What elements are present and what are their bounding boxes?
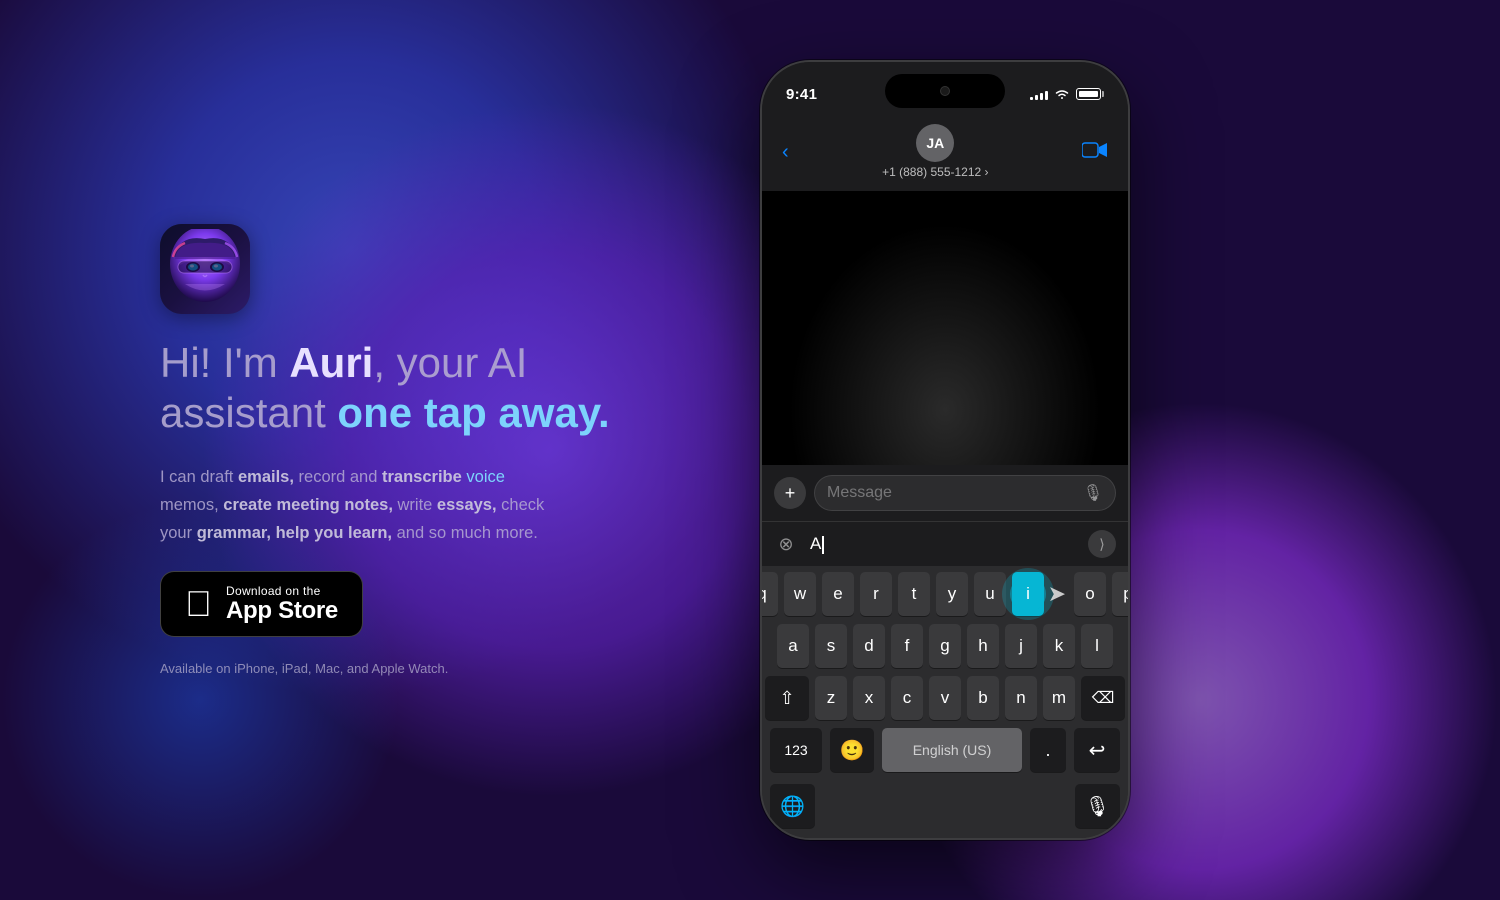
contact-info: JA +1 (888) 555-1212 › (882, 124, 988, 179)
headline-prefix: Hi! I'm (160, 339, 289, 386)
key-f[interactable]: f (891, 624, 923, 668)
keyboard-clear-button[interactable]: ⊗ (774, 532, 798, 556)
key-o[interactable]: o (1074, 572, 1106, 616)
key-n[interactable]: n (1005, 676, 1037, 720)
globe-icon: 🌐 (780, 794, 805, 819)
key-j[interactable]: j (1005, 624, 1037, 668)
clear-circle-icon: ⊗ (778, 534, 793, 555)
headline-brand: Auri (289, 339, 373, 386)
phone-mockup: 9:41 (760, 60, 1130, 840)
key-r[interactable]: r (860, 572, 892, 616)
key-t[interactable]: t (898, 572, 930, 616)
key-b[interactable]: b (967, 676, 999, 720)
apple-logo-icon:  (185, 586, 212, 622)
key-x[interactable]: x (853, 676, 885, 720)
message-input-field[interactable]: Message 🎙 (814, 475, 1116, 511)
key-i[interactable]: i ➤ (1012, 572, 1044, 616)
space-label: English (US) (913, 742, 992, 758)
available-text: Available on iPhone, iPad, Mac, and Appl… (160, 661, 680, 676)
video-icon (1082, 141, 1108, 159)
app-store-top-label: Download on the (226, 584, 338, 598)
key-w[interactable]: w (784, 572, 816, 616)
key-l[interactable]: l (1081, 624, 1113, 668)
headline-middle: , your AI (373, 339, 527, 386)
left-content: Hi! I'm Auri, your AI assistant one tap … (160, 224, 680, 676)
signal-bars-icon (1030, 88, 1048, 100)
key-h[interactable]: h (967, 624, 999, 668)
video-call-button[interactable] (1082, 139, 1108, 165)
keyboard-input-value[interactable]: A (806, 534, 1080, 554)
key-y[interactable]: y (936, 572, 968, 616)
keyboard-row-1: q w e r t y u i ➤ o p (765, 572, 1125, 616)
shift-icon: ⇧ (779, 688, 794, 709)
plus-icon: + (785, 483, 796, 504)
keyboard-bottom-bar: 🌐 🎙 (762, 782, 1128, 838)
numpad-label: 123 (784, 742, 807, 758)
contact-avatar: JA (916, 124, 954, 162)
keyboard-search-row: ⊗ A ⟩ (762, 521, 1128, 566)
key-z[interactable]: z (815, 676, 847, 720)
period-label: . (1045, 740, 1050, 761)
key-p[interactable]: p (1112, 572, 1130, 616)
key-d[interactable]: d (853, 624, 885, 668)
contact-initials: JA (926, 135, 944, 151)
key-a[interactable]: a (777, 624, 809, 668)
key-m[interactable]: m (1043, 676, 1075, 720)
message-mic-icon: 🎙 (1083, 483, 1103, 503)
dynamic-island-camera (940, 86, 950, 96)
keyboard-row-3: ⇧ z x c v b n m ⌫ (765, 676, 1125, 720)
subtext: I can draft emails, record and transcrib… (160, 463, 680, 547)
message-placeholder: Message (827, 484, 1075, 502)
messages-header: ‹ JA +1 (888) 555-1212 › (762, 116, 1128, 191)
message-plus-button[interactable]: + (774, 477, 806, 509)
headline: Hi! I'm Auri, your AI assistant one tap … (160, 338, 680, 439)
key-shift[interactable]: ⇧ (765, 676, 809, 720)
messages-body (762, 191, 1128, 465)
status-icons (1030, 88, 1104, 100)
delete-icon: ⌫ (1092, 688, 1115, 708)
key-q[interactable]: q (760, 572, 778, 616)
app-store-text: Download on the App Store (226, 584, 338, 624)
phone-container: 9:41 (760, 60, 1130, 840)
key-s[interactable]: s (815, 624, 847, 668)
message-input-area: + Message 🎙 (762, 465, 1128, 521)
microphone-icon: 🎙 (1085, 794, 1110, 819)
keyboard-row-2: a s d f g h j k l (765, 624, 1125, 668)
headline-accent: one tap away. (337, 389, 609, 436)
key-123[interactable]: 123 (770, 728, 822, 772)
status-time: 9:41 (786, 86, 817, 103)
dynamic-island (885, 74, 1005, 108)
return-icon: ↩ (1089, 738, 1106, 763)
app-icon-svg (165, 229, 245, 309)
key-period[interactable]: . (1030, 728, 1066, 772)
key-delete[interactable]: ⌫ (1081, 676, 1125, 720)
keyboard-row-4: 123 🙂 English (US) . ↩ (765, 728, 1125, 772)
key-k[interactable]: k (1043, 624, 1075, 668)
key-e[interactable]: e (822, 572, 854, 616)
keyboard-globe-button[interactable]: 🌐 (770, 784, 815, 828)
back-button[interactable]: ‹ (782, 142, 789, 162)
keyboard-keys: q w e r t y u i ➤ o p (762, 566, 1128, 782)
wifi-icon (1054, 88, 1070, 100)
key-v[interactable]: v (929, 676, 961, 720)
key-emoji[interactable]: 🙂 (830, 728, 874, 772)
key-return[interactable]: ↩ (1074, 728, 1120, 772)
key-c[interactable]: c (891, 676, 923, 720)
emoji-icon: 🙂 (840, 738, 865, 763)
app-store-bottom-label: App Store (226, 598, 338, 624)
send-arrow-icon: ⟩ (1099, 536, 1104, 553)
app-store-button[interactable]:  Download on the App Store (160, 571, 363, 637)
back-chevron-icon: ‹ (782, 142, 789, 162)
contact-phone: +1 (888) 555-1212 › (882, 165, 988, 179)
keyboard-mic-button[interactable]: 🎙 (1075, 784, 1120, 828)
headline-newline-prefix: assistant (160, 389, 337, 436)
key-space[interactable]: English (US) (882, 728, 1022, 772)
key-g[interactable]: g (929, 624, 961, 668)
app-icon-inner (160, 224, 250, 314)
app-icon (160, 224, 250, 314)
main-container: Hi! I'm Auri, your AI assistant one tap … (0, 0, 1500, 900)
battery-icon (1076, 88, 1104, 100)
keyboard-send-button[interactable]: ⟩ (1088, 530, 1116, 558)
